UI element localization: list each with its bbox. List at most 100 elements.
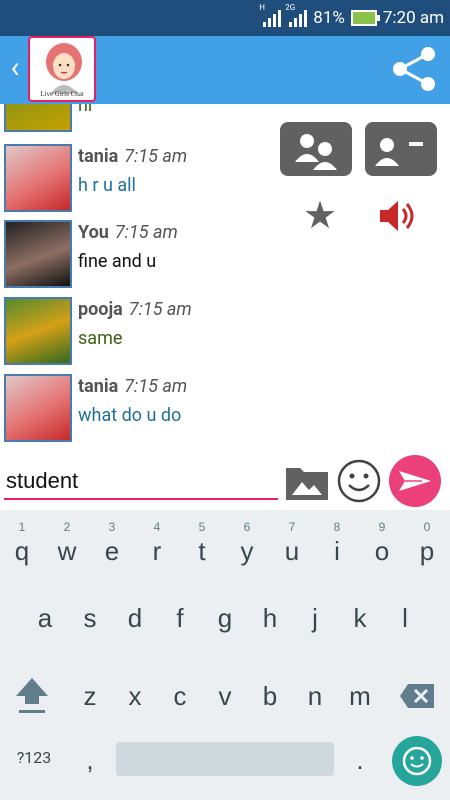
sender-name: You 7:15 am: [78, 222, 178, 243]
key-hint: 0: [423, 520, 431, 534]
clock: 7:20 am: [382, 8, 444, 28]
emoji-key-icon: [402, 746, 432, 776]
key-p[interactable]: 0p: [405, 514, 449, 570]
avatar[interactable]: [4, 144, 72, 212]
signal-icon-2: 2G: [285, 3, 308, 27]
chat-message: pooja 7:15 am same: [4, 297, 304, 367]
key-y[interactable]: 6y: [225, 514, 269, 570]
key-hint: 3: [108, 520, 116, 534]
key-label: t: [198, 536, 206, 566]
message-text: fine and u: [78, 251, 157, 272]
share-icon[interactable]: [388, 42, 442, 96]
send-icon[interactable]: [388, 454, 442, 508]
avatar[interactable]: [4, 374, 72, 442]
key-hint: 2: [63, 520, 71, 534]
key-v[interactable]: v: [203, 668, 247, 724]
key-a[interactable]: a: [23, 590, 67, 646]
key-e[interactable]: 3e: [90, 514, 134, 570]
spacebar[interactable]: [116, 742, 334, 776]
message-text: hi: [78, 104, 93, 116]
key-hint: 7: [288, 520, 296, 534]
key-u[interactable]: 7u: [270, 514, 314, 570]
keyboard: 1q 2w 3e 4r 5t 6y 7u 8i 9o 0p a s d f g …: [0, 510, 450, 800]
key-label: e: [104, 536, 120, 566]
sender-name: tania 7:15 am: [78, 376, 187, 397]
chat-message: tania 7:15 am what do u do: [4, 374, 304, 444]
key-j[interactable]: j: [293, 590, 337, 646]
key-hint: 8: [333, 520, 341, 534]
message-time: 7:15 am: [128, 299, 192, 320]
key-n[interactable]: n: [293, 668, 337, 724]
key-r[interactable]: 4r: [135, 514, 179, 570]
speaker-icon[interactable]: [376, 196, 418, 236]
key-z[interactable]: z: [68, 668, 112, 724]
key-period[interactable]: .: [338, 732, 382, 788]
key-label: u: [284, 536, 300, 566]
key-f[interactable]: f: [158, 590, 202, 646]
battery-percent: 81%: [313, 8, 345, 28]
chat-message: You 7:15 am fine and u: [4, 220, 304, 290]
group-icon: [295, 134, 337, 170]
key-label: y: [240, 536, 254, 566]
key-o[interactable]: 9o: [360, 514, 404, 570]
key-hint: 5: [198, 520, 206, 534]
key-i[interactable]: 8i: [315, 514, 359, 570]
message-time: 7:15 am: [114, 222, 178, 243]
key-label: i: [334, 536, 340, 566]
key-t[interactable]: 5t: [180, 514, 224, 570]
backspace-icon[interactable]: [398, 674, 438, 718]
message-text: what do u do: [78, 405, 182, 426]
sender-name-text: pooja: [78, 299, 123, 320]
sender-name: pooja 7:15 am: [78, 299, 192, 320]
app-logo[interactable]: Live Girls Chat: [28, 36, 96, 102]
message-time: 7:15 am: [124, 146, 188, 167]
signal-icon: H: [259, 3, 282, 27]
key-q[interactable]: 1q: [0, 514, 44, 570]
key-k[interactable]: k: [338, 590, 382, 646]
emoji-icon[interactable]: [336, 458, 382, 504]
key-w[interactable]: 2w: [45, 514, 89, 570]
shift-icon[interactable]: [10, 670, 54, 718]
key-hint: 6: [243, 520, 251, 534]
logo-caption: Live Girls Chat: [40, 90, 84, 98]
key-comma[interactable]: ,: [68, 732, 112, 788]
key-hint: 4: [153, 520, 161, 534]
key-x[interactable]: x: [113, 668, 157, 724]
message-text: h r u all: [78, 175, 136, 196]
chat-message: tania 7:15 am h r u all: [4, 144, 304, 214]
key-l[interactable]: l: [383, 590, 427, 646]
key-d[interactable]: d: [113, 590, 157, 646]
keyboard-emoji-button[interactable]: [392, 736, 442, 786]
status-bar: H 2G 81% 7:20 am: [0, 0, 450, 36]
key-g[interactable]: g: [203, 590, 247, 646]
remove-contact-icon: [375, 138, 423, 166]
avatar[interactable]: [4, 104, 72, 132]
battery-icon: [350, 10, 380, 26]
image-folder-icon[interactable]: [284, 462, 330, 502]
key-h[interactable]: h: [248, 590, 292, 646]
key-s[interactable]: s: [68, 590, 112, 646]
chat-message: hi: [4, 104, 304, 134]
key-label: w: [57, 536, 77, 566]
sender-name: tania 7:15 am: [78, 146, 187, 167]
message-input[interactable]: [4, 464, 278, 500]
chat-list[interactable]: hi tania 7:15 am h r u all You 7:15 am fin…: [0, 104, 450, 454]
back-icon[interactable]: ‹: [4, 48, 26, 88]
sender-name-text: You: [78, 222, 109, 243]
key-b[interactable]: b: [248, 668, 292, 724]
key-hint: 9: [378, 520, 386, 534]
sender-name-text: tania: [78, 376, 119, 397]
key-m[interactable]: m: [338, 668, 382, 724]
key-label: q: [14, 536, 30, 566]
star-icon[interactable]: ★: [300, 196, 340, 236]
avatar[interactable]: [4, 297, 72, 365]
avatar[interactable]: [4, 220, 72, 288]
key-label: o: [374, 536, 390, 566]
symbols-key[interactable]: ?123: [8, 740, 60, 776]
sender-name-text: tania: [78, 146, 119, 167]
key-c[interactable]: c: [158, 668, 202, 724]
girl-logo-icon: [46, 43, 82, 94]
group-button[interactable]: [280, 122, 352, 176]
message-time: 7:15 am: [124, 376, 188, 397]
remove-contact-button[interactable]: [365, 122, 437, 176]
